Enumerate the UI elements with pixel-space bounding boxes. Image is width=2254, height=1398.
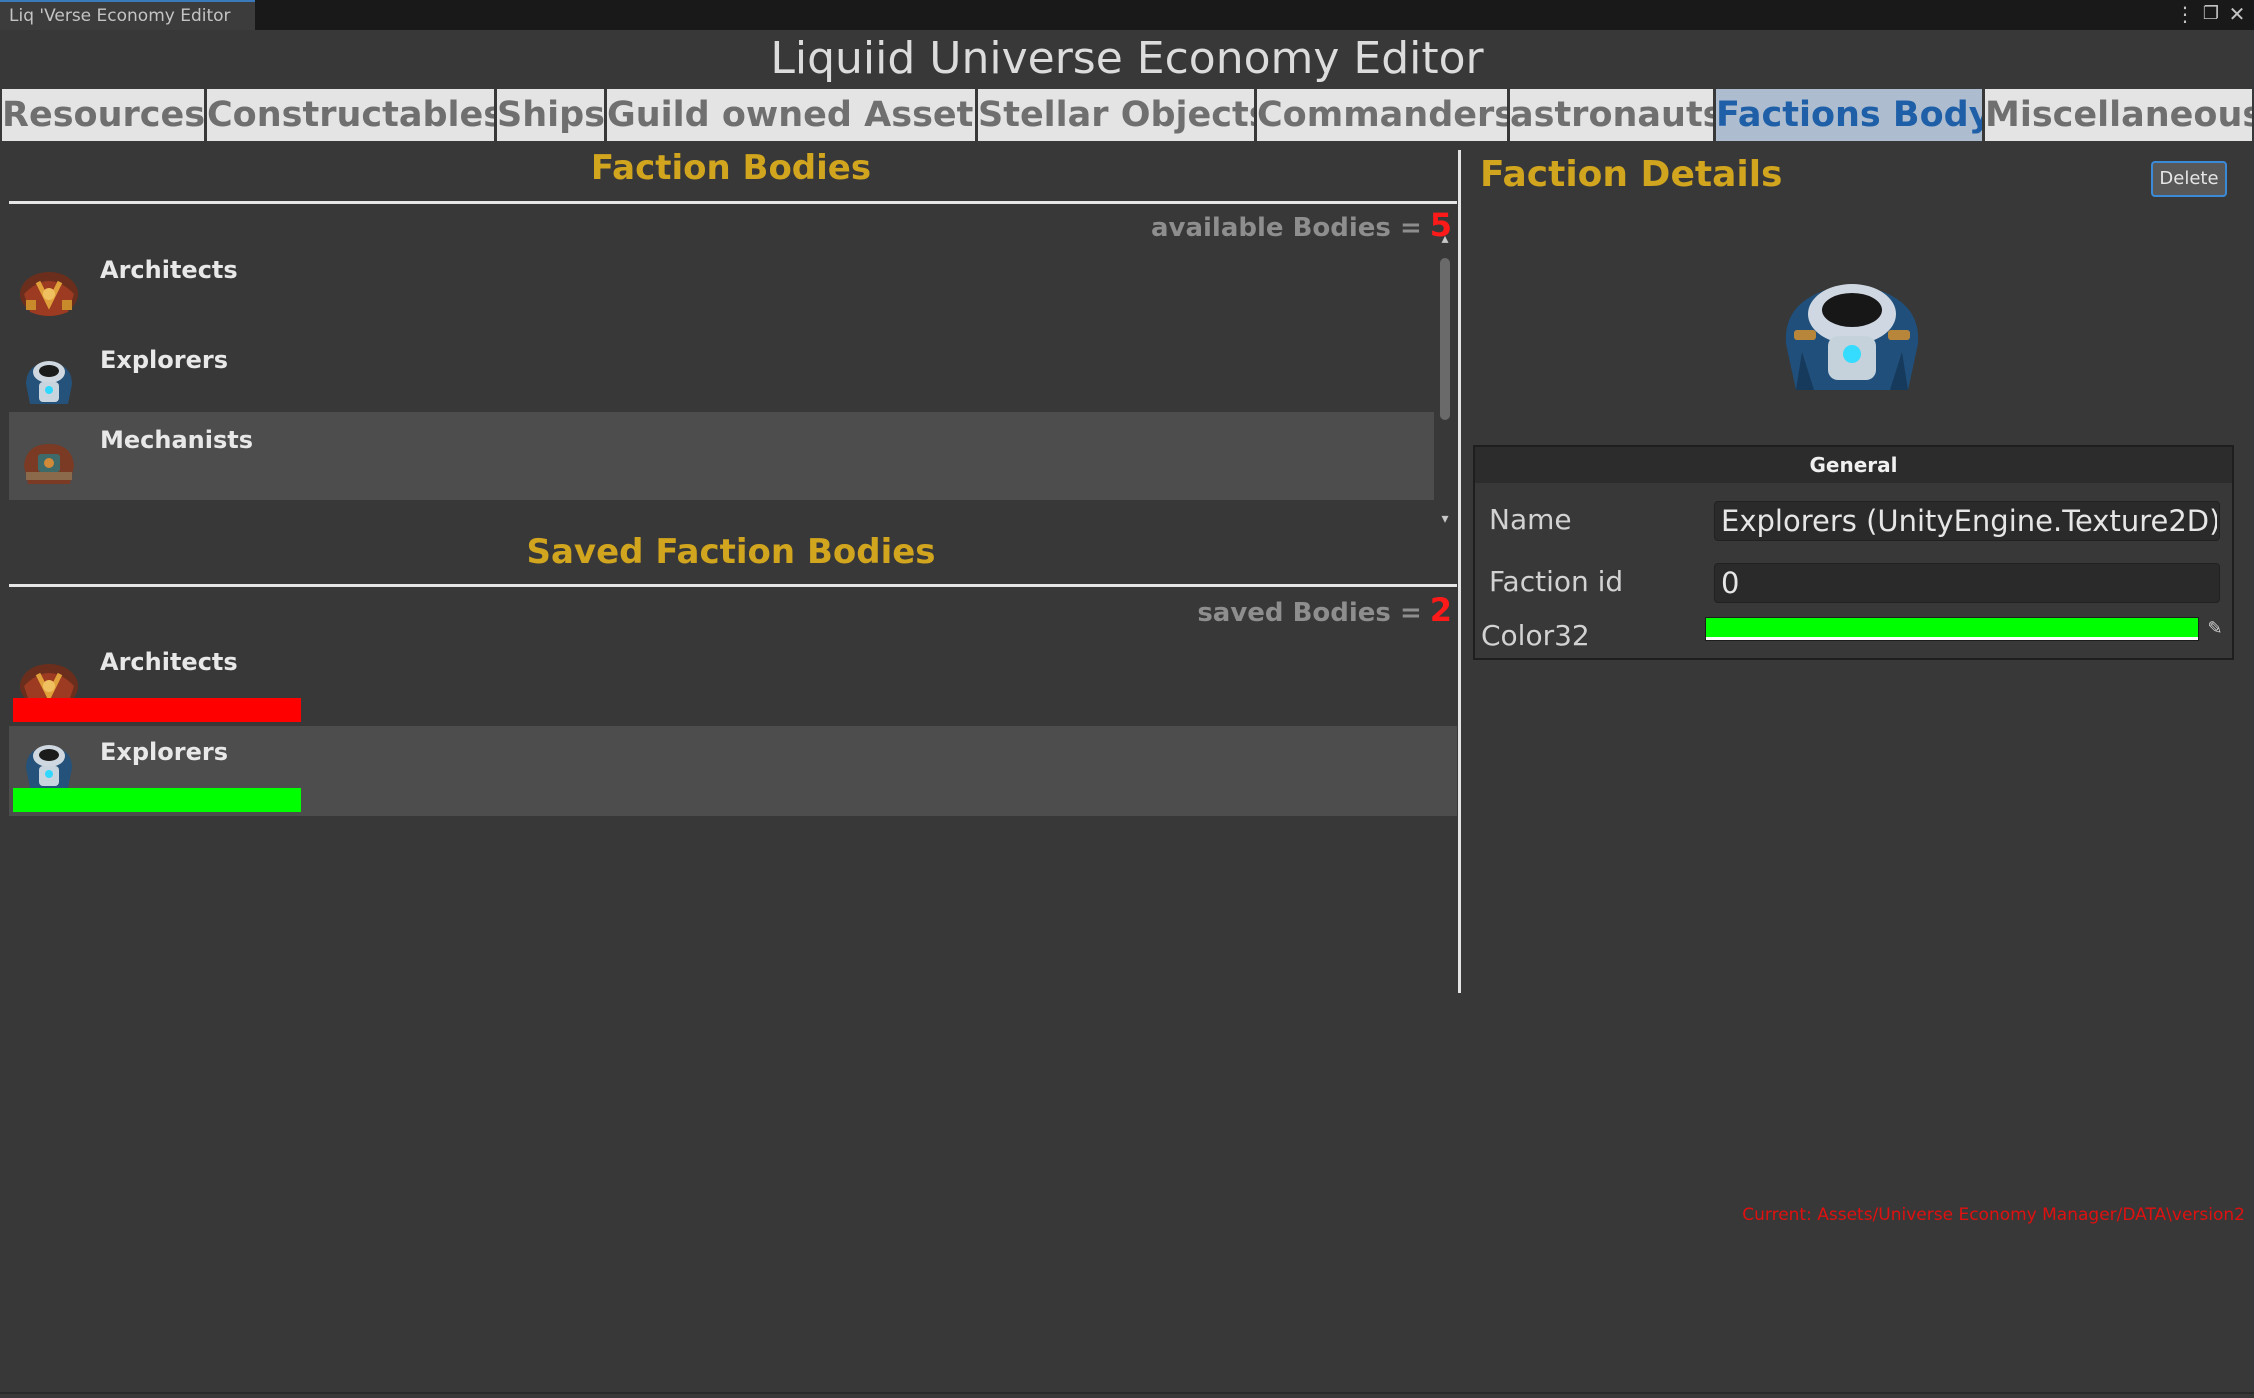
scroll-thumb[interactable] [1440,258,1450,420]
app-title: Liquiid Universe Economy Editor [770,33,1484,84]
faction-bodies-title: Faction Bodies [590,148,872,188]
faction-id-field[interactable] [1714,563,2220,603]
window-tab[interactable]: Liq 'Verse Economy Editor [0,0,255,30]
tab-constructables[interactable]: Constructables [207,89,497,141]
faction-color-swatch [13,698,301,722]
faction-bodies-scrollbar[interactable]: ▴ ▾ [1438,232,1452,530]
scroll-up-icon[interactable]: ▴ [1438,232,1452,246]
faction-color-swatch [13,788,301,812]
list-item[interactable]: Explorers [9,332,1434,420]
eyedropper-icon[interactable]: ✎ [2203,617,2227,641]
tab-factions-body[interactable]: Factions Body [1716,89,1985,141]
faction-bodies-list: Architects Explorers Mechanists [9,242,1434,504]
available-bodies-label: available Bodies = [1150,213,1422,243]
architect-armor-icon [20,272,78,316]
tab-stellar-objects[interactable]: Stellar Objects [978,89,1257,141]
window-bottom-edge [0,1392,2254,1394]
list-item-label: Architects [100,256,238,284]
saved-bodies-count: saved Bodies = 2 [1000,591,1452,629]
pane-divider[interactable] [1458,150,1461,993]
scroll-down-icon[interactable]: ▾ [1438,512,1452,526]
section-divider [9,584,1457,587]
faction-details-title: Faction Details [1480,154,1783,195]
section-divider [9,201,1457,204]
list-item-label: Architects [100,648,238,676]
main-tabs: Resources Constructables Ships Guild own… [2,89,2252,141]
list-item[interactable]: Architects [9,636,1457,726]
mechanist-armor-icon [24,444,74,484]
tab-miscellaneous[interactable]: Miscellaneous [1985,89,2252,141]
list-item-label: Mechanists [100,426,254,454]
color32-label: Color32 [1481,619,1590,652]
general-group-header: General [1475,447,2232,483]
tab-ships[interactable]: Ships [497,89,607,141]
saved-bodies-list: Architects Explorers [9,636,1457,816]
color32-field[interactable] [1705,617,2199,641]
list-item[interactable]: Architects [9,242,1434,330]
delete-button[interactable]: Delete [2151,161,2227,197]
explorer-suit-icon [26,361,72,404]
current-path-status: Current: Assets/Universe Economy Manager… [1742,1205,2245,1225]
name-field[interactable] [1714,501,2220,541]
explorer-suit-icon [26,745,72,788]
maximize-icon[interactable]: ❐ [2199,0,2223,28]
editor-window: Liq 'Verse Economy Editor ⋮ ❐ ✕ Liquiid … [0,0,2254,1398]
saved-faction-bodies-title: Saved Faction Bodies [526,532,936,572]
tab-astronauts[interactable]: astronauts [1510,89,1716,141]
tab-resources[interactable]: Resources [2,89,207,141]
more-options-icon[interactable]: ⋮ [2173,0,2197,28]
explorer-suit-icon [1785,284,1919,390]
saved-bodies-label: saved Bodies = [1197,598,1422,628]
close-icon[interactable]: ✕ [2225,0,2249,28]
saved-bodies-value: 2 [1429,591,1452,629]
window-titlebar: Liq 'Verse Economy Editor ⋮ ❐ ✕ [0,0,2254,30]
faction-id-label: Faction id [1489,565,1624,598]
list-item-label: Explorers [100,346,229,374]
list-item[interactable]: Mechanists [9,412,1434,500]
alpha-strip [1706,637,2198,640]
list-item[interactable]: Explorers [9,726,1457,816]
list-item-label: Explorers [100,738,229,766]
available-bodies-count: available Bodies = 5 [1000,206,1452,244]
name-label: Name [1489,503,1572,536]
tab-commanders[interactable]: Commanders [1257,89,1510,141]
tab-guild-owned-assets[interactable]: Guild owned Assets [607,89,978,141]
